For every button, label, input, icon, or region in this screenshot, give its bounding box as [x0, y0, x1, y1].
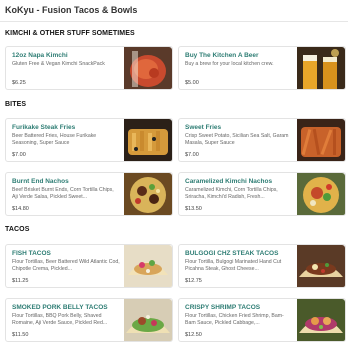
section-title-bites: BITES [5, 101, 27, 108]
item-price: $14.80 [12, 206, 29, 212]
item-name: FISH TACOS [12, 250, 51, 257]
item-name: Furikake Steak Fries [12, 124, 76, 131]
item-name: Sweet Fries [185, 124, 222, 131]
beer-glasses-photo [297, 47, 345, 89]
menu-item-bulgogi-chz-steak-tacos[interactable]: BULGOGI CHZ STEAK TACOS Flour Tortilla, … [178, 244, 346, 288]
menu-item-burnt-end-nachos[interactable]: Burnt End Nachos Beef Brisket Burnt Ends… [5, 172, 173, 216]
item-description: Flour Tortillas, Chicken Fried Shrimp, B… [185, 313, 284, 326]
restaurant-header: KoKyu - Fusion Tacos & Bowls [0, 0, 348, 22]
menu-item-furikake-steak-fries[interactable]: Furikake Steak Fries Beer Battered Fries… [5, 118, 173, 162]
item-description: Flour Tortilla, Bulgogi Marinated Hand C… [185, 259, 282, 272]
item-price: $11.25 [12, 278, 29, 284]
item-name: BULGOGI CHZ STEAK TACOS [185, 250, 279, 257]
item-name: Buy The Kitchen A Beer [185, 52, 259, 59]
pork-belly-tacos-photo [124, 299, 172, 341]
menu-item-smoked-pork-belly-tacos[interactable]: SMOKED PORK BELLY TACOS Flour Tortillas,… [5, 298, 173, 342]
menu-item-crispy-shrimp-tacos[interactable]: CRISPY SHRIMP TACOS Flour Tortillas, Chi… [178, 298, 346, 342]
item-price: $5.00 [185, 80, 199, 86]
item-name: 12oz Napa Kimchi [12, 52, 68, 59]
menu-item-fish-tacos[interactable]: FISH TACOS Flour Tortillas, Beer Battere… [5, 244, 173, 288]
menu-item-caramelized-kimchi-nachos[interactable]: Caramelized Kimchi Nachos Caramelized Ki… [178, 172, 346, 216]
shrimp-tacos-photo [297, 299, 345, 341]
sweet-fries-photo [297, 119, 345, 161]
kimchi-jar-photo [124, 47, 172, 89]
item-price: $12.50 [185, 332, 202, 338]
item-price: $11.50 [12, 332, 29, 338]
section-title-tacos: TACOS [5, 226, 30, 233]
bulgogi-tacos-photo [297, 245, 345, 287]
menu-item-sweet-fries[interactable]: Sweet Fries Crisp Sweet Potato, Sicilian… [178, 118, 346, 162]
restaurant-title: KoKyu - Fusion Tacos & Bowls [5, 5, 138, 15]
item-description: Beef Brisket Burnt Ends, Corn Tortilla C… [12, 187, 114, 200]
menu-item-napa-kimchi[interactable]: 12oz Napa Kimchi Gluten Free & Vegan Kim… [5, 46, 173, 90]
fish-tacos-photo [124, 245, 172, 287]
item-price: $13.50 [185, 206, 202, 212]
burnt-end-nachos-photo [124, 173, 172, 215]
kimchi-nachos-photo [297, 173, 345, 215]
item-description: Crisp Sweet Potato, Sicilian Sea Salt, G… [185, 133, 289, 146]
item-price: $12.75 [185, 278, 202, 284]
item-price: $7.00 [185, 152, 199, 158]
item-name: SMOKED PORK BELLY TACOS [12, 304, 108, 311]
item-description: Gluten Free & Vegan Kimchi SnackPack [12, 61, 105, 67]
section-title-kimchi: KIMCHI & OTHER STUFF SOMETIMES [5, 30, 135, 37]
item-name: Burnt End Nachos [12, 178, 69, 185]
item-description: Caramelized Kimchi, Corn Tortilla Chips,… [185, 187, 278, 200]
item-description: Flour Tortillas, BBQ Pork Belly, Shaved … [12, 313, 108, 326]
item-name: CRISPY SHRIMP TACOS [185, 304, 261, 311]
steak-fries-photo [124, 119, 172, 161]
item-price: $7.00 [12, 152, 26, 158]
item-description: Buy a brew for your local kitchen crew. [185, 61, 274, 67]
item-name: Caramelized Kimchi Nachos [185, 178, 273, 185]
item-description: Flour Tortillas, Beer Battered Wild Atla… [12, 259, 120, 272]
item-description: Beer Battered Fries, House Furikake Seas… [12, 133, 97, 146]
item-price: $6.25 [12, 80, 26, 86]
menu-item-buy-kitchen-beer[interactable]: Buy The Kitchen A Beer Buy a brew for yo… [178, 46, 346, 90]
